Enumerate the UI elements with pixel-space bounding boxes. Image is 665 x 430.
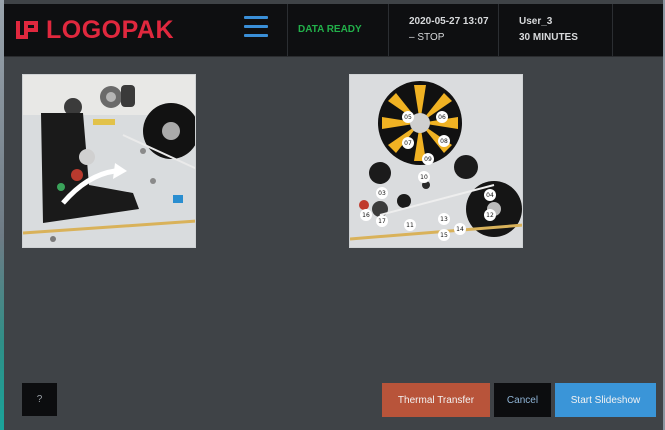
logo-mark-icon xyxy=(16,21,38,39)
start-slideshow-button[interactable]: Start Slideshow xyxy=(555,383,656,417)
label-09: 09 xyxy=(424,156,432,163)
thermal-transfer-button[interactable]: Thermal Transfer xyxy=(382,383,490,417)
threading-photo-right: 05 06 07 08 09 10 04 12 13 14 15 03 16 1… xyxy=(349,74,523,248)
machine-photo-right-image: 05 06 07 08 09 10 04 12 13 14 15 03 16 1… xyxy=(350,75,522,247)
help-button[interactable]: ? xyxy=(22,383,57,416)
machine-state-text: – STOP xyxy=(409,32,445,43)
datetime-cell: 2020-05-27 13:07 – STOP xyxy=(388,4,498,56)
hamburger-menu-icon[interactable] xyxy=(244,16,268,42)
cancel-button[interactable]: Cancel xyxy=(494,383,551,417)
label-11: 11 xyxy=(406,222,414,229)
user-name: User_3 xyxy=(519,16,553,27)
top-bar: LOGOPAK DATA READY 2020-05-27 13:07 – ST… xyxy=(4,4,663,57)
label-07: 07 xyxy=(404,140,412,147)
label-10: 10 xyxy=(420,174,428,181)
label-04: 04 xyxy=(486,192,494,199)
status-text: DATA READY xyxy=(298,24,362,35)
label-14: 14 xyxy=(456,226,464,233)
label-03: 03 xyxy=(378,190,386,197)
machine-photo-left-image xyxy=(23,75,195,247)
user-cell: User_3 30 MINUTES xyxy=(498,4,612,56)
label-17: 17 xyxy=(378,218,386,225)
label-13: 13 xyxy=(440,216,448,223)
label-06: 06 xyxy=(438,114,446,121)
label-12: 12 xyxy=(486,212,494,219)
label-08: 08 xyxy=(440,138,448,145)
brand-name: LOGOPAK xyxy=(46,16,175,44)
label-05: 05 xyxy=(404,114,412,121)
session-timeout: 30 MINUTES xyxy=(519,32,578,43)
header-spacer xyxy=(612,4,663,56)
brand-logo: LOGOPAK xyxy=(10,4,180,56)
status-cell: DATA READY xyxy=(287,4,388,56)
datetime-text: 2020-05-27 13:07 xyxy=(409,16,489,27)
label-16: 16 xyxy=(362,212,370,219)
label-15: 15 xyxy=(440,232,448,239)
threading-photo-left xyxy=(22,74,196,248)
bezel-left xyxy=(0,0,4,430)
